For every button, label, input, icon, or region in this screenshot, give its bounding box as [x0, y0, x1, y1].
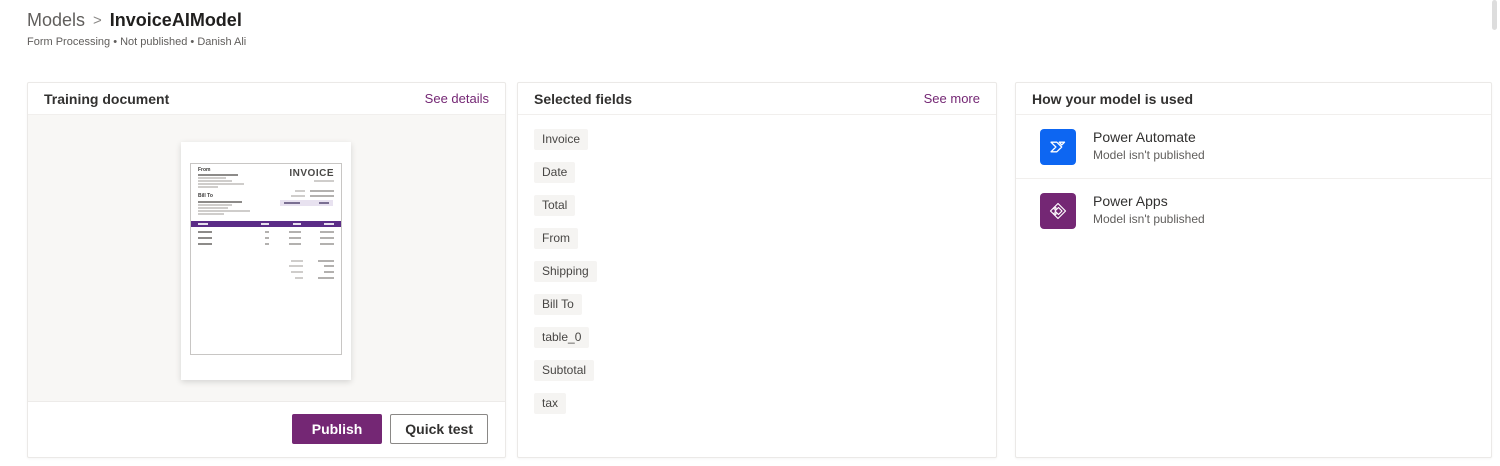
training-document-title: Training document	[44, 91, 169, 107]
selected-fields-list: Invoice Date Total From Shipping Bill To…	[518, 115, 996, 428]
power-automate-icon	[1040, 129, 1076, 165]
model-usage-header: How your model is used	[1016, 83, 1491, 115]
usage-row-power-automate[interactable]: Power Automate Model isn't published	[1016, 115, 1491, 178]
field-tag-table-0[interactable]: table_0	[534, 327, 589, 348]
field-tag-from[interactable]: From	[534, 228, 578, 249]
field-tag-invoice[interactable]: Invoice	[534, 129, 588, 150]
training-document-preview-area: From INVOICE Bill To	[28, 115, 505, 402]
publish-button[interactable]: Publish	[292, 414, 383, 444]
scrollbar[interactable]	[1492, 0, 1497, 30]
see-more-link[interactable]: See more	[924, 91, 980, 106]
usage-row-power-apps[interactable]: Power Apps Model isn't published	[1016, 179, 1491, 242]
usage-app-status: Model isn't published	[1093, 148, 1205, 162]
model-usage-card: How your model is used Power Automate Mo…	[1015, 82, 1492, 458]
field-tag-date[interactable]: Date	[534, 162, 575, 183]
see-details-link[interactable]: See details	[425, 91, 489, 106]
usage-app-status: Model isn't published	[1093, 212, 1205, 226]
usage-app-name: Power Apps	[1093, 193, 1205, 209]
model-subtitle: Form Processing • Not published • Danish…	[27, 36, 246, 48]
invoice-table-header	[191, 221, 341, 227]
selected-fields-header: Selected fields See more	[518, 83, 996, 115]
model-usage-title: How your model is used	[1032, 91, 1193, 107]
quick-test-button[interactable]: Quick test	[390, 414, 488, 444]
breadcrumb: Models > InvoiceAIModel	[27, 10, 246, 31]
field-tag-bill-to[interactable]: Bill To	[534, 294, 582, 315]
invoice-doc-title: INVOICE	[289, 168, 334, 179]
usage-row-text: Power Automate Model isn't published	[1093, 129, 1205, 162]
breadcrumb-separator-icon: >	[93, 12, 102, 29]
training-document-card: Training document See details From INVOI…	[27, 82, 506, 458]
power-apps-icon	[1040, 193, 1076, 229]
selected-fields-title: Selected fields	[534, 91, 632, 107]
page-title: InvoiceAIModel	[110, 10, 242, 31]
invoice-balance-due-highlight	[280, 200, 333, 206]
usage-row-text: Power Apps Model isn't published	[1093, 193, 1205, 226]
page-header: Models > InvoiceAIModel Form Processing …	[27, 10, 246, 48]
invoice-from-label: From	[198, 167, 211, 173]
invoice-thumbnail-page: From INVOICE Bill To	[190, 163, 342, 355]
training-document-footer: Publish Quick test	[28, 401, 505, 457]
field-tag-tax[interactable]: tax	[534, 393, 566, 414]
selected-fields-card: Selected fields See more Invoice Date To…	[517, 82, 997, 458]
usage-app-name: Power Automate	[1093, 129, 1205, 145]
field-tag-shipping[interactable]: Shipping	[534, 261, 597, 282]
invoice-thumbnail[interactable]: From INVOICE Bill To	[181, 142, 351, 380]
training-document-header: Training document See details	[28, 83, 505, 115]
field-tag-total[interactable]: Total	[534, 195, 575, 216]
invoice-billto-label: Bill To	[198, 193, 213, 199]
field-tag-subtotal[interactable]: Subtotal	[534, 360, 594, 381]
breadcrumb-models-link[interactable]: Models	[27, 10, 85, 31]
